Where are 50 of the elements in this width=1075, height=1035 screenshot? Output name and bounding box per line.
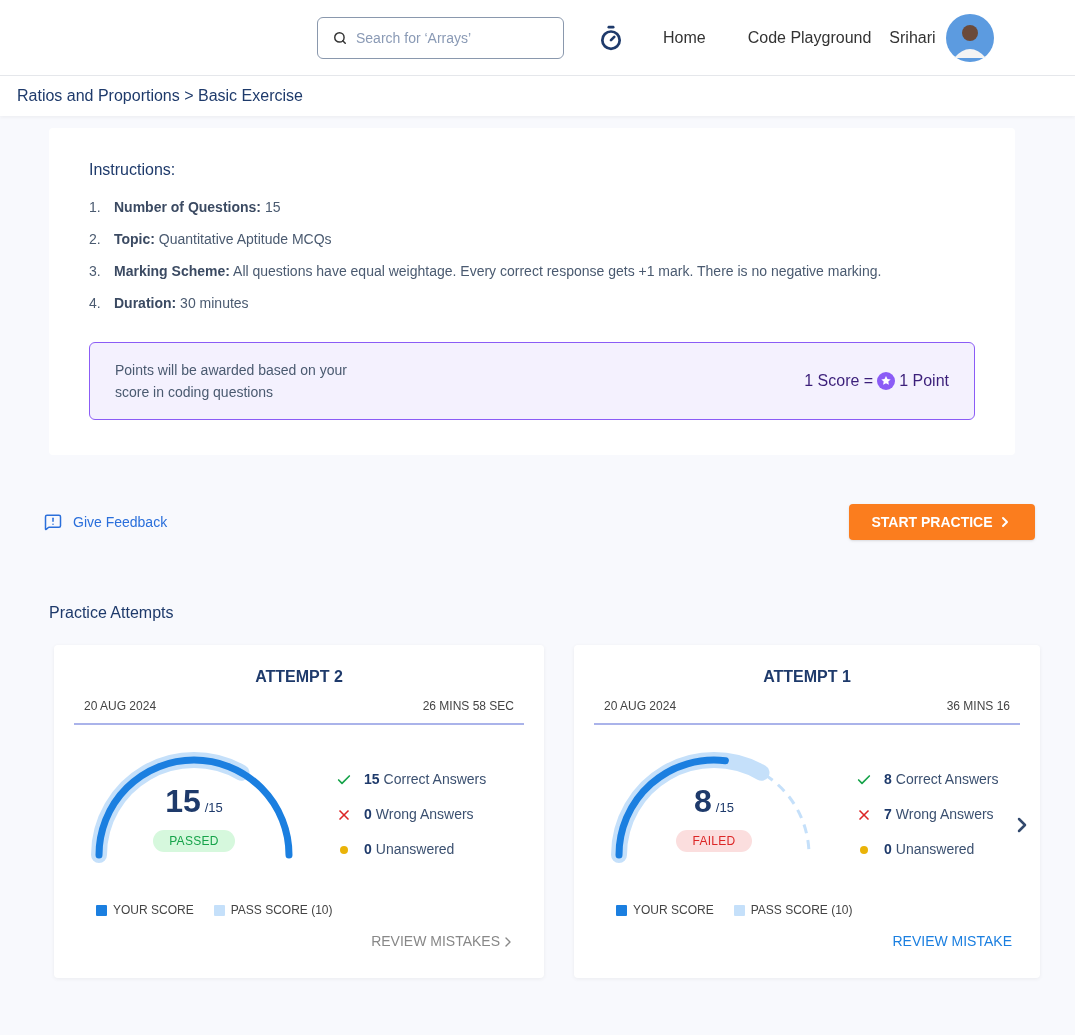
unanswered-count: 0 [884,840,892,859]
give-feedback-link[interactable]: Give Feedback [44,511,168,533]
attempts-title: Practice Attempts [49,603,174,623]
instruction-text: Marking Scheme: All questions have equal weightage. Every correct response gets +1 mark. There is no negative marking. [114,262,882,281]
legend-label: YOUR SCORE [113,902,194,919]
unanswered-count: 0 [364,840,372,859]
instruction-text: Topic: Quantitative Aptitude MCQs [114,230,332,249]
point-equation: 1 Point [899,371,949,391]
wrong-count: 7 [884,805,892,824]
correct-label: Correct Answers [895,770,999,789]
score-value: 15 [165,785,201,817]
attempt-date: 20 AUG 2024 [604,698,677,715]
instruction-text: Duration: 30 minutes [114,294,249,313]
instruction-text: Number of Questions: 15 [114,198,281,217]
correct-count: 8 [884,770,892,789]
attempt-duration: 26 MINS 58 SEC [422,698,514,715]
status-badge: PASSED [153,829,235,852]
score-value: 8 [694,785,712,817]
score-total: /15 [204,799,223,817]
nav-link[interactable]: Home [663,25,706,50]
score-total: /15 [715,799,734,817]
unanswered-label: Unanswered [375,840,455,859]
correct-label: Correct Answers [383,770,487,789]
item-number: 4. [89,294,102,313]
item-number: 3. [89,262,102,281]
search-field[interactable]: Search for ‘Arrays’ [317,16,564,59]
wrong-label: Wrong Answers [895,805,994,824]
legend-label: PASS SCORE (10) [230,902,333,919]
wrong-count: 0 [364,805,372,824]
user-name[interactable]: Srihari [889,25,936,50]
start-practice-button[interactable]: START PRACTICE [849,504,1035,540]
attempt-title: ATTEMPT 2 [254,667,344,687]
instructions-title: Instructions: [89,160,177,180]
correct-count: 15 [364,770,380,789]
item-number: 2. [89,230,102,249]
nav-link[interactable]: Code Playground [747,25,872,50]
score-equation: 1 Score = [804,371,874,391]
legend-label: PASS SCORE (10) [750,902,853,919]
unanswered-label: Unanswered [895,840,975,859]
attempt-date: 20 AUG 2024 [84,698,157,715]
attempt-title: ATTEMPT 1 [762,667,852,687]
attempt-duration: 36 MINS 16 [946,698,1010,715]
review-mistakes-link[interactable]: REVIEW MISTAKE [892,931,1012,952]
review-mistakes-link[interactable]: REVIEW MISTAKES [371,931,516,952]
wrong-label: Wrong Answers [375,805,474,824]
legend-label: YOUR SCORE [633,902,714,919]
points-note-text: Points will be awarded based on your score in coding questions [115,361,348,402]
item-number: 1. [89,198,102,217]
breadcrumb: Ratios and Proportions > Basic Exercise [17,86,303,106]
status-badge: FAILED [676,829,752,852]
